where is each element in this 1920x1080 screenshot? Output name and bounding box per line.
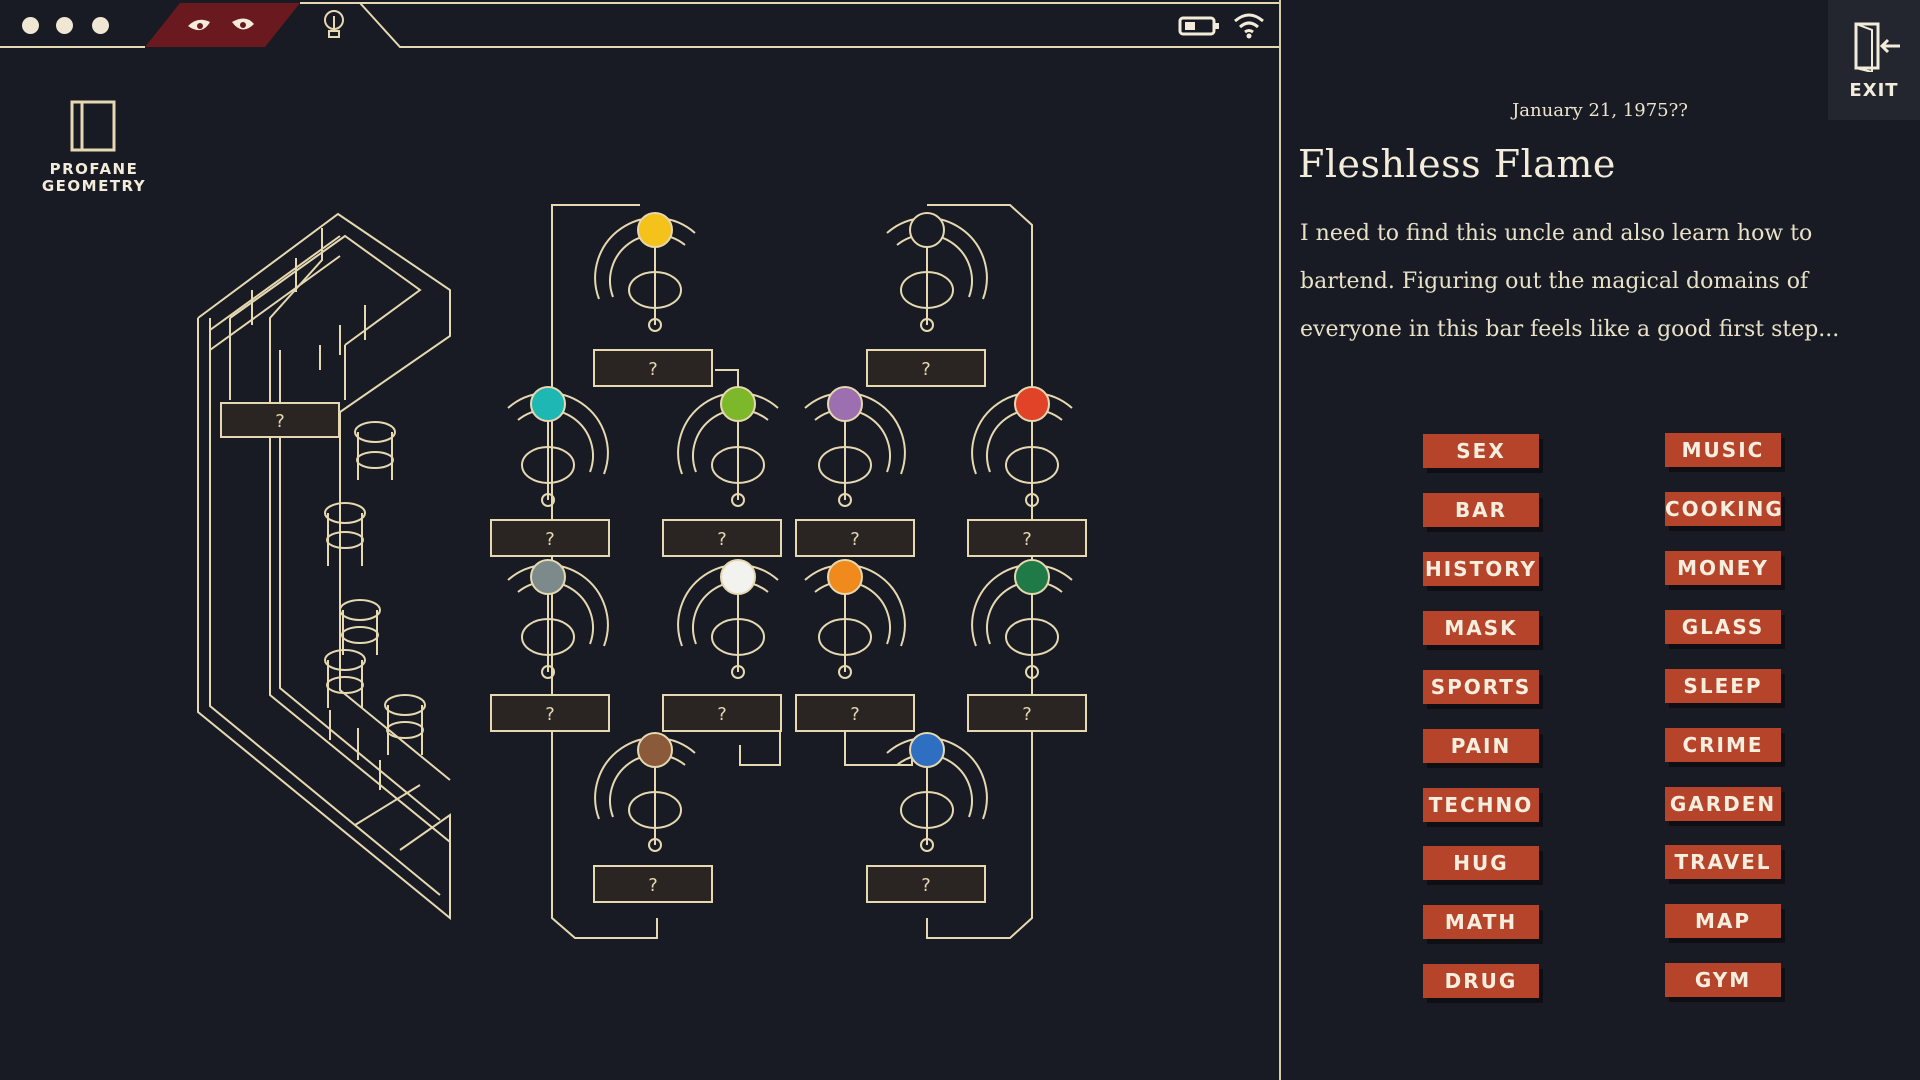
name-slot[interactable]: ? — [593, 349, 713, 387]
character-node-green[interactable] — [1014, 559, 1050, 595]
name-slot[interactable]: ? — [593, 865, 713, 903]
tag-button[interactable]: COOKING — [1665, 492, 1782, 526]
character-node-lime[interactable] — [720, 386, 756, 422]
slot-question-mark: ? — [850, 529, 860, 550]
tag-button[interactable]: MUSIC — [1665, 433, 1781, 467]
slot-question-mark: ? — [545, 704, 555, 725]
name-slot[interactable]: ? — [967, 694, 1087, 732]
tag-button[interactable]: SEX — [1423, 434, 1539, 468]
tag-button[interactable]: MASK — [1423, 611, 1539, 645]
slot-question-mark: ? — [648, 359, 658, 380]
character-node-orange[interactable] — [827, 559, 863, 595]
name-slot[interactable]: ? — [662, 519, 782, 557]
bar-counter — [197, 212, 451, 921]
tag-button[interactable]: SPORTS — [1423, 670, 1539, 704]
name-slot[interactable]: ? — [967, 519, 1087, 557]
slot-question-mark: ? — [717, 704, 727, 725]
name-slot[interactable]: ? — [490, 694, 610, 732]
tag-button[interactable]: GYM — [1665, 963, 1781, 997]
panel-divider — [1279, 0, 1281, 1080]
slot-question-mark: ? — [545, 529, 555, 550]
slot-question-mark: ? — [648, 875, 658, 896]
tag-button[interactable]: CRIME — [1665, 728, 1781, 762]
name-slots[interactable]: ? ? ? ? ? ? ? ? ? ? ? ? — [490, 349, 1087, 903]
tag-button[interactable]: GLASS — [1665, 610, 1781, 644]
tag-button[interactable]: HUG — [1423, 846, 1539, 880]
character-node-blue[interactable] — [909, 732, 945, 768]
character-node-purple[interactable] — [827, 386, 863, 422]
slot-question-mark: ? — [850, 704, 860, 725]
slot-question-mark: ? — [1022, 704, 1032, 725]
character-node-yellow[interactable] — [637, 212, 673, 248]
name-slot[interactable]: ? — [490, 519, 610, 557]
bar-map: ? ? ? ? ? ? ? ? ? ? ? ? ? — [197, 204, 1087, 939]
name-slot[interactable]: ? — [866, 865, 986, 903]
tag-button[interactable]: SLEEP — [1665, 669, 1781, 703]
description-text: I need to find this uncle and also learn… — [1300, 221, 1840, 342]
tag-button[interactable]: MAP — [1665, 904, 1781, 938]
exit-door-icon[interactable] — [1850, 20, 1902, 72]
tag-button[interactable]: MONEY — [1665, 551, 1781, 585]
name-slot[interactable]: ? — [866, 349, 986, 387]
character-node-gray[interactable] — [530, 559, 566, 595]
tag-button[interactable]: HISTORY — [1423, 552, 1539, 586]
tag-button[interactable]: TECHNO — [1423, 788, 1539, 822]
slot-question-mark: ? — [717, 529, 727, 550]
slot-question-mark: ? — [921, 875, 931, 896]
tag-button[interactable]: GARDEN — [1665, 787, 1781, 821]
page-title: Fleshless Flame — [1298, 142, 1616, 186]
date-label: January 21, 1975?? — [1512, 100, 1688, 121]
character-node-teal[interactable] — [530, 386, 566, 422]
slot-question-mark: ? — [1022, 529, 1032, 550]
character-nodes[interactable] — [530, 212, 1050, 768]
tag-button[interactable]: BAR — [1423, 493, 1539, 527]
character-node-white[interactable] — [720, 559, 756, 595]
map-connector-lines — [551, 204, 1033, 939]
slot-question-mark: ? — [921, 359, 931, 380]
tag-button[interactable]: TRAVEL — [1665, 845, 1781, 879]
character-node-brown[interactable] — [637, 732, 673, 768]
tag-button[interactable]: DRUG — [1423, 964, 1539, 998]
character-node-red[interactable] — [1014, 386, 1050, 422]
tag-button[interactable]: MATH — [1423, 905, 1539, 939]
name-slot[interactable]: ? — [795, 519, 915, 557]
slot-question-mark: ? — [275, 411, 285, 432]
name-slot[interactable]: ? — [662, 694, 782, 732]
character-node-empty[interactable] — [909, 212, 945, 248]
name-slot[interactable]: ? — [795, 694, 915, 732]
counter-slot[interactable]: ? — [220, 402, 340, 438]
exit-label[interactable]: EXIT — [1828, 80, 1920, 101]
tag-button[interactable]: PAIN — [1423, 729, 1539, 763]
